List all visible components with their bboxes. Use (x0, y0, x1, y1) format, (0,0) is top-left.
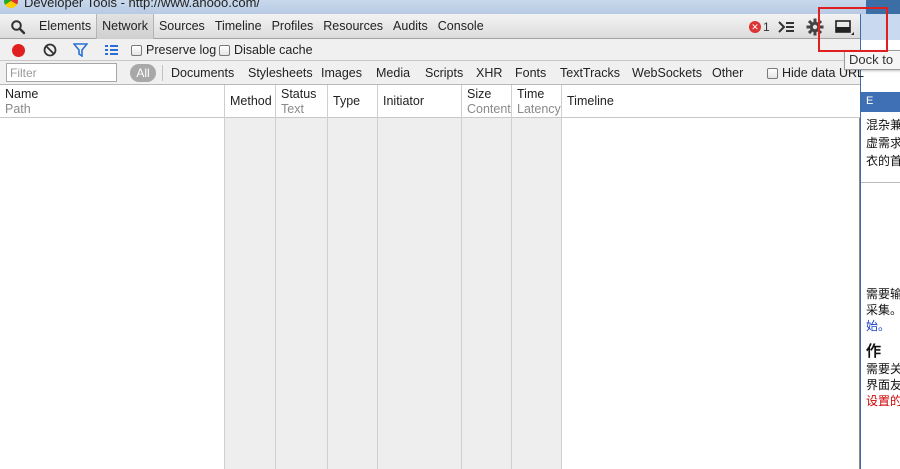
filter-icon[interactable] (73, 43, 88, 57)
filter-separator (162, 65, 163, 81)
record-icon[interactable] (12, 44, 25, 57)
chrome-logo-icon (4, 0, 18, 8)
show-console-icon[interactable] (777, 19, 795, 35)
background-text-line: 虚需求 (866, 136, 900, 150)
header-method[interactable]: Method (225, 85, 276, 118)
header-status[interactable]: Status Text (276, 85, 328, 118)
background-text-line: 采集。 (866, 303, 900, 317)
filter-all-button[interactable]: All (130, 64, 156, 82)
column-name-body (0, 85, 225, 469)
header-method-label: Method (230, 94, 272, 108)
tab-console[interactable]: Console (433, 14, 489, 39)
devtools-toolbar: Elements Network Sources Timeline Profil… (0, 14, 860, 39)
column-time-body (512, 85, 562, 469)
background-section-bar: E (861, 92, 900, 112)
preserve-log-label: Preserve log (146, 43, 217, 57)
background-subheading: 作 (866, 343, 882, 360)
background-text-line: 衣的首 (866, 154, 900, 168)
magnifier-icon[interactable] (10, 19, 26, 35)
header-name-label: Name (5, 87, 39, 101)
header-size[interactable]: Size Content (462, 85, 512, 118)
window-title: Developer Tools - http://www.ahooo.com/ (24, 0, 261, 10)
filter-stylesheets[interactable]: Stylesheets (248, 61, 313, 85)
background-heading-glyph: E (866, 95, 874, 107)
header-type[interactable]: Type (328, 85, 378, 118)
network-controls-bar: Preserve log Disable cache (0, 39, 860, 61)
header-timeline-label: Timeline (567, 94, 614, 108)
background-text-line: 需要关 (866, 362, 900, 376)
tab-resources[interactable]: Resources (318, 14, 388, 39)
header-time-label: Time (517, 87, 545, 101)
checkbox-box[interactable] (767, 67, 778, 79)
filter-xhr[interactable]: XHR (476, 61, 502, 85)
header-status-label: Status (281, 87, 317, 101)
column-type-body (328, 85, 378, 469)
header-text-label: Text (281, 102, 304, 116)
header-type-label: Type (333, 94, 361, 108)
filter-input[interactable] (6, 63, 117, 82)
header-initiator[interactable]: Initiator (378, 85, 462, 118)
preserve-log-checkbox[interactable]: Preserve log (131, 43, 216, 57)
header-timeline[interactable]: Timeline (562, 85, 860, 118)
header-time[interactable]: Time Latency (512, 85, 562, 118)
panel-tabs: Elements Network Sources Timeline Profil… (34, 14, 489, 39)
disable-cache-checkbox[interactable]: Disable cache (219, 43, 313, 57)
filter-images[interactable]: Images (321, 61, 362, 85)
filter-media[interactable]: Media (376, 61, 410, 85)
error-counter[interactable]: ✕ 1 (749, 19, 770, 35)
tab-network[interactable]: Network (96, 14, 154, 39)
grid-header: Name Path Method Status Text Type Initia… (0, 85, 860, 118)
disable-cache-label: Disable cache (234, 43, 313, 57)
checkbox-box[interactable] (131, 44, 142, 56)
tab-profiles[interactable]: Profiles (267, 14, 319, 39)
background-page: E 混杂兼 虚需求 衣的首 需要输 采集。 始。 作 需要关 界面友 设置的 (861, 40, 900, 469)
clear-icon[interactable] (43, 43, 57, 57)
background-text-line: 需要输 (866, 287, 900, 301)
filter-fonts[interactable]: Fonts (515, 61, 546, 85)
tab-timeline[interactable]: Timeline (210, 14, 267, 39)
column-size-body (462, 85, 512, 469)
header-initiator-label: Initiator (383, 94, 424, 108)
filter-documents[interactable]: Documents (171, 61, 234, 85)
window-titlebar: Developer Tools - http://www.ahooo.com/ (0, 0, 866, 14)
column-timeline-body (562, 85, 860, 469)
filter-scripts[interactable]: Scripts (425, 61, 463, 85)
background-text-line: 混杂兼 (866, 118, 900, 132)
header-path-label: Path (5, 102, 31, 116)
error-icon: ✕ (749, 21, 761, 33)
column-method-body (225, 85, 276, 469)
network-request-grid: Name Path Method Status Text Type Initia… (0, 85, 860, 469)
large-rows-icon[interactable] (104, 43, 119, 57)
devtools-panel: Elements Network Sources Timeline Profil… (0, 14, 864, 469)
filter-bar: All Documents Stylesheets Images Media S… (0, 61, 864, 85)
header-name[interactable]: Name Path (0, 85, 225, 118)
background-divider (861, 182, 900, 183)
header-latency-label: Latency (517, 102, 561, 116)
dock-side-icon[interactable] (833, 17, 855, 37)
dock-tooltip: Dock to (844, 50, 900, 70)
column-initiator-body (378, 85, 462, 469)
filter-websockets[interactable]: WebSockets (632, 61, 702, 85)
checkbox-box[interactable] (219, 44, 230, 56)
column-status-body (276, 85, 328, 469)
background-warning-line: 设置的 (866, 394, 900, 408)
background-link-line[interactable]: 始。 (866, 317, 890, 334)
filter-other[interactable]: Other (712, 61, 743, 85)
tab-audits[interactable]: Audits (388, 14, 433, 39)
background-text-line: 界面友 (866, 378, 900, 392)
filter-texttracks[interactable]: TextTracks (560, 61, 620, 85)
gear-icon[interactable] (806, 18, 824, 36)
error-count: 1 (763, 20, 770, 34)
tab-sources[interactable]: Sources (154, 14, 210, 39)
header-content-label: Content (467, 102, 511, 116)
background-page-header (861, 14, 900, 40)
header-size-label: Size (467, 87, 492, 101)
tab-elements[interactable]: Elements (34, 14, 96, 39)
